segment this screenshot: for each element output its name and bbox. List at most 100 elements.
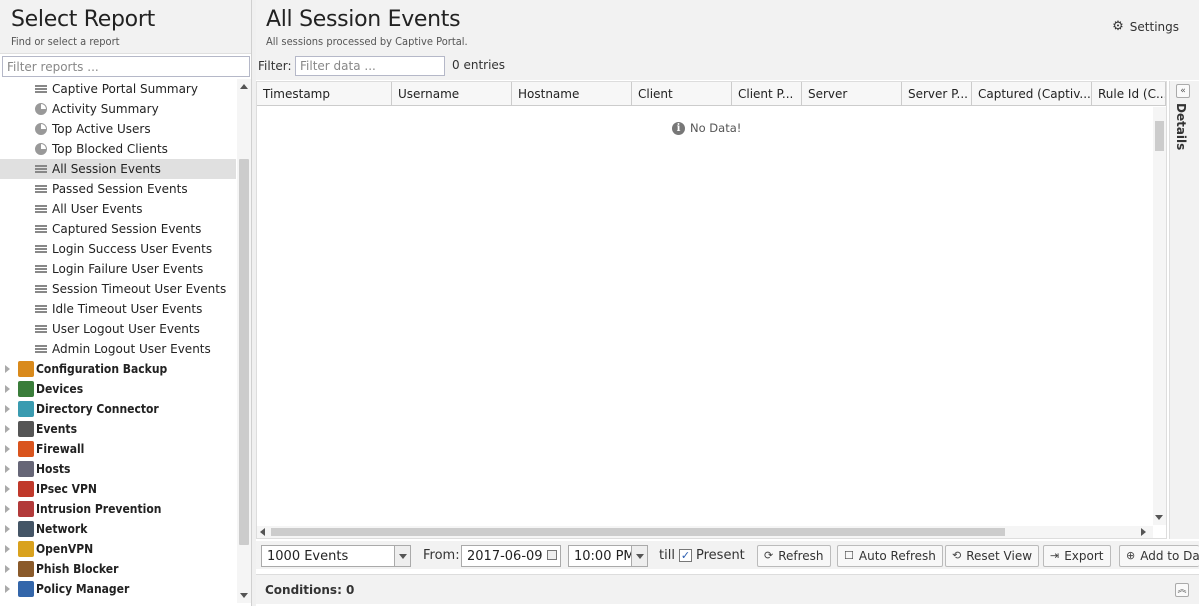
events-limit-select[interactable]: 1000 Events (261, 545, 411, 567)
tree-scrollbar[interactable] (237, 79, 251, 603)
list-icon (35, 183, 47, 195)
expand-arrow-icon[interactable] (5, 585, 10, 593)
column-header-client[interactable]: Client (632, 82, 732, 106)
present-checkbox[interactable]: ✓ (679, 549, 692, 562)
column-header-server-port[interactable]: Server P... (902, 82, 972, 106)
firewall-icon (18, 441, 34, 457)
column-header-captured[interactable]: Captured (Captiv... (972, 82, 1092, 106)
grid-horizontal-scrollbar[interactable] (257, 526, 1153, 538)
tree-item-passed-session-events[interactable]: Passed Session Events (0, 179, 236, 199)
grid-horizontal-scrollbar-thumb[interactable] (271, 528, 1005, 536)
tree-item-activity-summary[interactable]: Activity Summary (0, 99, 236, 119)
scroll-down-arrow-icon[interactable] (240, 593, 248, 598)
column-header-client-port[interactable]: Client P... (732, 82, 802, 106)
tree-scrollbar-thumb[interactable] (239, 159, 249, 545)
export-button[interactable]: ⇥ Export (1043, 545, 1111, 567)
conditions-label: Conditions: 0 (265, 583, 355, 597)
tree-item-session-timeout-user-events[interactable]: Session Timeout User Events (0, 279, 236, 299)
expand-arrow-icon[interactable] (5, 425, 10, 433)
tree-category-events[interactable]: Events (0, 419, 236, 439)
chevron-down-icon[interactable] (631, 546, 647, 566)
scroll-right-arrow-icon[interactable] (1141, 528, 1146, 536)
tree-category-network[interactable]: Network (0, 519, 236, 539)
tree-item-label: Captive Portal Summary (52, 82, 198, 96)
pie-chart-icon (35, 103, 47, 115)
tree-category-policy-manager[interactable]: Policy Manager (0, 579, 236, 599)
from-date-field[interactable]: 2017-06-09 (461, 545, 561, 567)
expand-arrow-icon[interactable] (5, 505, 10, 513)
tree-item-user-logout-user-events[interactable]: User Logout User Events (0, 319, 236, 339)
tree-category-label: Network (36, 522, 88, 536)
tree-item-login-success-user-events[interactable]: Login Success User Events (0, 239, 236, 259)
grid-vertical-scrollbar-thumb[interactable] (1155, 121, 1164, 151)
tree-category-hosts[interactable]: Hosts (0, 459, 236, 479)
tree-item-label: Activity Summary (52, 102, 159, 116)
refresh-label: Refresh (778, 549, 824, 563)
tree-category-openvpn[interactable]: OpenVPN (0, 539, 236, 559)
tree-item-all-user-events[interactable]: All User Events (0, 199, 236, 219)
tree-category-phish-blocker[interactable]: Phish Blocker (0, 559, 236, 579)
tree-item-admin-logout-user-events[interactable]: Admin Logout User Events (0, 339, 236, 359)
filter-data-input[interactable] (295, 56, 445, 76)
expand-arrow-icon[interactable] (5, 525, 10, 533)
scroll-left-arrow-icon[interactable] (260, 528, 265, 536)
settings-button[interactable]: ⚙ Settings (1112, 19, 1179, 34)
tree-item-label: Top Blocked Clients (52, 142, 168, 156)
column-header-username[interactable]: Username (392, 82, 512, 106)
tree-category-label: Configuration Backup (36, 362, 168, 376)
add-to-dashboard-button[interactable]: ⊕ Add to Da (1119, 545, 1199, 567)
tree-item-label: Captured Session Events (52, 222, 202, 236)
report-tree: Captive Portal Summary Activity Summary … (0, 79, 236, 603)
tree-category-configuration-backup[interactable]: Configuration Backup (0, 359, 236, 379)
expand-arrow-icon[interactable] (5, 565, 10, 573)
events-limit-value: 1000 Events (267, 549, 349, 564)
tree-category-directory-connector[interactable]: Directory Connector (0, 399, 236, 419)
scroll-up-arrow-icon[interactable] (240, 84, 248, 89)
tree-category-label: Phish Blocker (36, 562, 119, 576)
chevron-down-icon[interactable] (394, 546, 410, 566)
from-time-value: 10:00 PM (574, 549, 635, 564)
from-date-value: 2017-06-09 (467, 549, 543, 564)
chevron-up-icon[interactable]: ︽ (1175, 583, 1189, 597)
tree-item-label: Top Active Users (52, 122, 151, 136)
expand-arrow-icon[interactable] (5, 485, 10, 493)
tree-category-firewall[interactable]: Firewall (0, 439, 236, 459)
plus-icon: ⊕ (1126, 549, 1136, 562)
tree-category-ipsec-vpn[interactable]: IPsec VPN (0, 479, 236, 499)
tree-item-top-active-users[interactable]: Top Active Users (0, 119, 236, 139)
tree-category-intrusion-prevention[interactable]: Intrusion Prevention (0, 499, 236, 519)
tree-item-login-failure-user-events[interactable]: Login Failure User Events (0, 259, 236, 279)
tree-item-top-blocked-clients[interactable]: Top Blocked Clients (0, 139, 236, 159)
refresh-button[interactable]: ⟳ Refresh (757, 545, 831, 567)
reset-view-button[interactable]: ⟲ Reset View (945, 545, 1040, 567)
export-icon: ⇥ (1050, 549, 1060, 562)
tree-item-all-session-events[interactable]: All Session Events (0, 159, 236, 179)
tree-item-idle-timeout-user-events[interactable]: Idle Timeout User Events (0, 299, 236, 319)
phish-blocker-icon (18, 561, 34, 577)
conditions-bar[interactable]: Conditions: 0 ︽ (256, 574, 1199, 604)
tree-item-label: Login Success User Events (52, 242, 213, 256)
expand-arrow-icon[interactable] (5, 545, 10, 553)
scroll-down-arrow-icon[interactable] (1155, 515, 1163, 520)
expand-arrow-icon[interactable] (5, 465, 10, 473)
grid-vertical-scrollbar[interactable] (1153, 107, 1166, 525)
tree-category-devices[interactable]: Devices (0, 379, 236, 399)
details-label[interactable]: Details (1174, 103, 1188, 150)
expand-arrow-icon[interactable] (5, 385, 10, 393)
expand-arrow-icon[interactable] (5, 405, 10, 413)
column-header-timestamp[interactable]: Timestamp (257, 82, 392, 106)
auto-refresh-button[interactable]: ☐ Auto Refresh (837, 545, 943, 567)
from-time-select[interactable]: 10:00 PM (568, 545, 648, 567)
filter-reports-input[interactable] (2, 56, 250, 77)
tree-item-label: Session Timeout User Events (52, 282, 227, 296)
present-label: Present (696, 548, 745, 563)
column-header-server[interactable]: Server (802, 82, 902, 106)
tree-item-captive-portal-summary[interactable]: Captive Portal Summary (0, 79, 236, 99)
column-header-hostname[interactable]: Hostname (512, 82, 632, 106)
details-collapse-button[interactable]: « (1176, 84, 1190, 98)
column-header-rule-id[interactable]: Rule Id (C... (1092, 82, 1166, 106)
expand-arrow-icon[interactable] (5, 365, 10, 373)
calendar-icon[interactable] (547, 550, 557, 560)
tree-item-captured-session-events[interactable]: Captured Session Events (0, 219, 236, 239)
expand-arrow-icon[interactable] (5, 445, 10, 453)
